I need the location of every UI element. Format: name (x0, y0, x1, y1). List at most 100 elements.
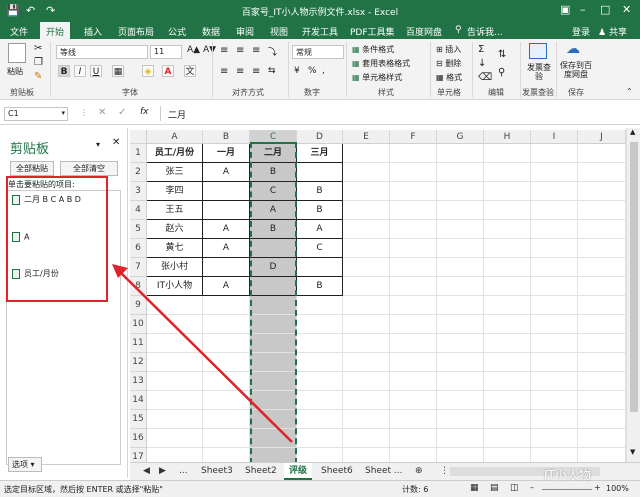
insert-cells-button[interactable]: ⊞ 插入 (436, 44, 461, 55)
grid-cell[interactable] (297, 410, 343, 429)
grid-cell[interactable] (390, 334, 437, 353)
sheet-tab-more[interactable]: ... (174, 463, 193, 480)
maximize-button[interactable]: □ (600, 3, 610, 16)
grid-cell[interactable] (297, 163, 343, 182)
grid-cell[interactable] (343, 429, 390, 448)
grid-cell[interactable] (578, 182, 626, 201)
shrink-font-icon[interactable]: A▼ (203, 45, 216, 55)
redo-icon[interactable]: ↷ (46, 4, 55, 17)
grid-cell[interactable] (203, 448, 250, 462)
grid-cell[interactable] (147, 410, 203, 429)
scroll-thumb[interactable] (630, 142, 638, 412)
grid-cell[interactable] (203, 258, 250, 277)
grid-cell[interactable] (390, 448, 437, 462)
grid-cell[interactable]: A (203, 220, 250, 239)
grid-cell[interactable] (531, 258, 578, 277)
grid-cell[interactable] (578, 410, 626, 429)
grid-cell[interactable]: A (203, 277, 250, 296)
grid-cell[interactable] (147, 296, 203, 315)
grid-cell[interactable] (297, 315, 343, 334)
grid-cell[interactable] (390, 429, 437, 448)
grid-cell[interactable] (250, 410, 297, 429)
grid-cell[interactable] (531, 353, 578, 372)
grid-cell[interactable] (484, 410, 531, 429)
column-header-e[interactable]: E (343, 130, 390, 144)
grid-cell[interactable] (203, 182, 250, 201)
grid-cell[interactable] (250, 372, 297, 391)
grid-cell[interactable] (484, 448, 531, 462)
grid-cell[interactable] (390, 391, 437, 410)
grid-cell[interactable] (578, 448, 626, 462)
grid-cell[interactable] (250, 353, 297, 372)
currency-icon[interactable]: ¥ (294, 66, 300, 76)
tab-view[interactable]: 视图 (270, 25, 288, 38)
grow-font-icon[interactable]: A▲ (187, 45, 200, 55)
conditional-format-button[interactable]: ▦ 条件格式 (352, 44, 394, 55)
grid-cell[interactable] (203, 315, 250, 334)
comma-icon[interactable]: , (322, 66, 325, 76)
grid-cell[interactable] (484, 334, 531, 353)
grid-cell[interactable] (578, 258, 626, 277)
options-button[interactable]: 选项 ▾ (8, 457, 42, 472)
font-color-icon[interactable]: A (162, 65, 174, 77)
grid-cell[interactable] (203, 372, 250, 391)
grid-cell[interactable] (390, 353, 437, 372)
grid-cell[interactable] (484, 315, 531, 334)
grid-cell[interactable] (578, 372, 626, 391)
paste-icon[interactable] (8, 43, 26, 63)
column-header-f[interactable]: F (390, 130, 437, 144)
grid-cell[interactable] (250, 334, 297, 353)
fill-color-icon[interactable]: ◈ (142, 65, 154, 77)
zoom-slider[interactable] (542, 489, 592, 490)
grid-cell[interactable] (390, 201, 437, 220)
number-format-select[interactable]: 常规 (292, 45, 344, 59)
grid-cell[interactable] (437, 296, 484, 315)
row-header[interactable]: 6 (130, 239, 147, 258)
grid-cell[interactable] (578, 296, 626, 315)
grid-cell[interactable] (250, 277, 297, 296)
grid-cell[interactable] (343, 410, 390, 429)
sort-filter-icon[interactable]: ⇅ (498, 49, 506, 60)
grid-cell[interactable] (343, 334, 390, 353)
grid-cell[interactable] (203, 296, 250, 315)
grid-cell[interactable] (390, 163, 437, 182)
sheet-tab-sheet6[interactable]: Sheet6 (316, 463, 358, 480)
clear-icon[interactable]: ⌫ (478, 72, 492, 83)
grid-cell[interactable] (531, 220, 578, 239)
grid-cell[interactable] (250, 239, 297, 258)
grid-cell[interactable] (484, 201, 531, 220)
collapse-ribbon-icon[interactable]: ⌃ (626, 87, 633, 96)
row-header[interactable]: 1 (130, 144, 147, 163)
sheet-tab-sheet-more[interactable]: Sheet ... (360, 463, 407, 480)
grid-cell[interactable] (531, 429, 578, 448)
paste-button[interactable]: 粘贴 (7, 66, 23, 77)
grid-cell[interactable] (437, 182, 484, 201)
row-header[interactable]: 7 (130, 258, 147, 277)
grid-cell[interactable]: 二月 (250, 144, 297, 163)
page-layout-icon[interactable]: ▤ (490, 483, 499, 493)
invoice-check-button[interactable]: 发票查验 (524, 63, 554, 81)
grid-cell[interactable] (203, 201, 250, 220)
grid-cell[interactable] (147, 429, 203, 448)
grid-cell[interactable] (343, 372, 390, 391)
ribbon-display-icon[interactable]: ▣ (560, 3, 570, 16)
vertical-scrollbar[interactable]: ▲ ▼ (626, 128, 640, 462)
grid-cell[interactable] (203, 334, 250, 353)
grid-cell[interactable]: B (297, 201, 343, 220)
enter-icon[interactable]: ✓ (118, 107, 126, 118)
row-header[interactable]: 3 (130, 182, 147, 201)
zoom-in-icon[interactable]: + (594, 483, 601, 492)
grid-cell[interactable] (390, 296, 437, 315)
tab-review[interactable]: 审阅 (236, 25, 254, 38)
grid-cell[interactable] (390, 410, 437, 429)
column-header-c[interactable]: C (250, 130, 297, 144)
grid-cell[interactable] (484, 239, 531, 258)
grid-cell[interactable] (390, 182, 437, 201)
grid-cell[interactable] (297, 258, 343, 277)
grid-cell[interactable] (578, 277, 626, 296)
row-header[interactable]: 8 (130, 277, 147, 296)
grid-cell[interactable] (484, 353, 531, 372)
grid-cell[interactable] (343, 182, 390, 201)
name-box[interactable]: C1 ▾ (4, 107, 68, 121)
align-right-icon[interactable]: ≡ (252, 66, 260, 77)
